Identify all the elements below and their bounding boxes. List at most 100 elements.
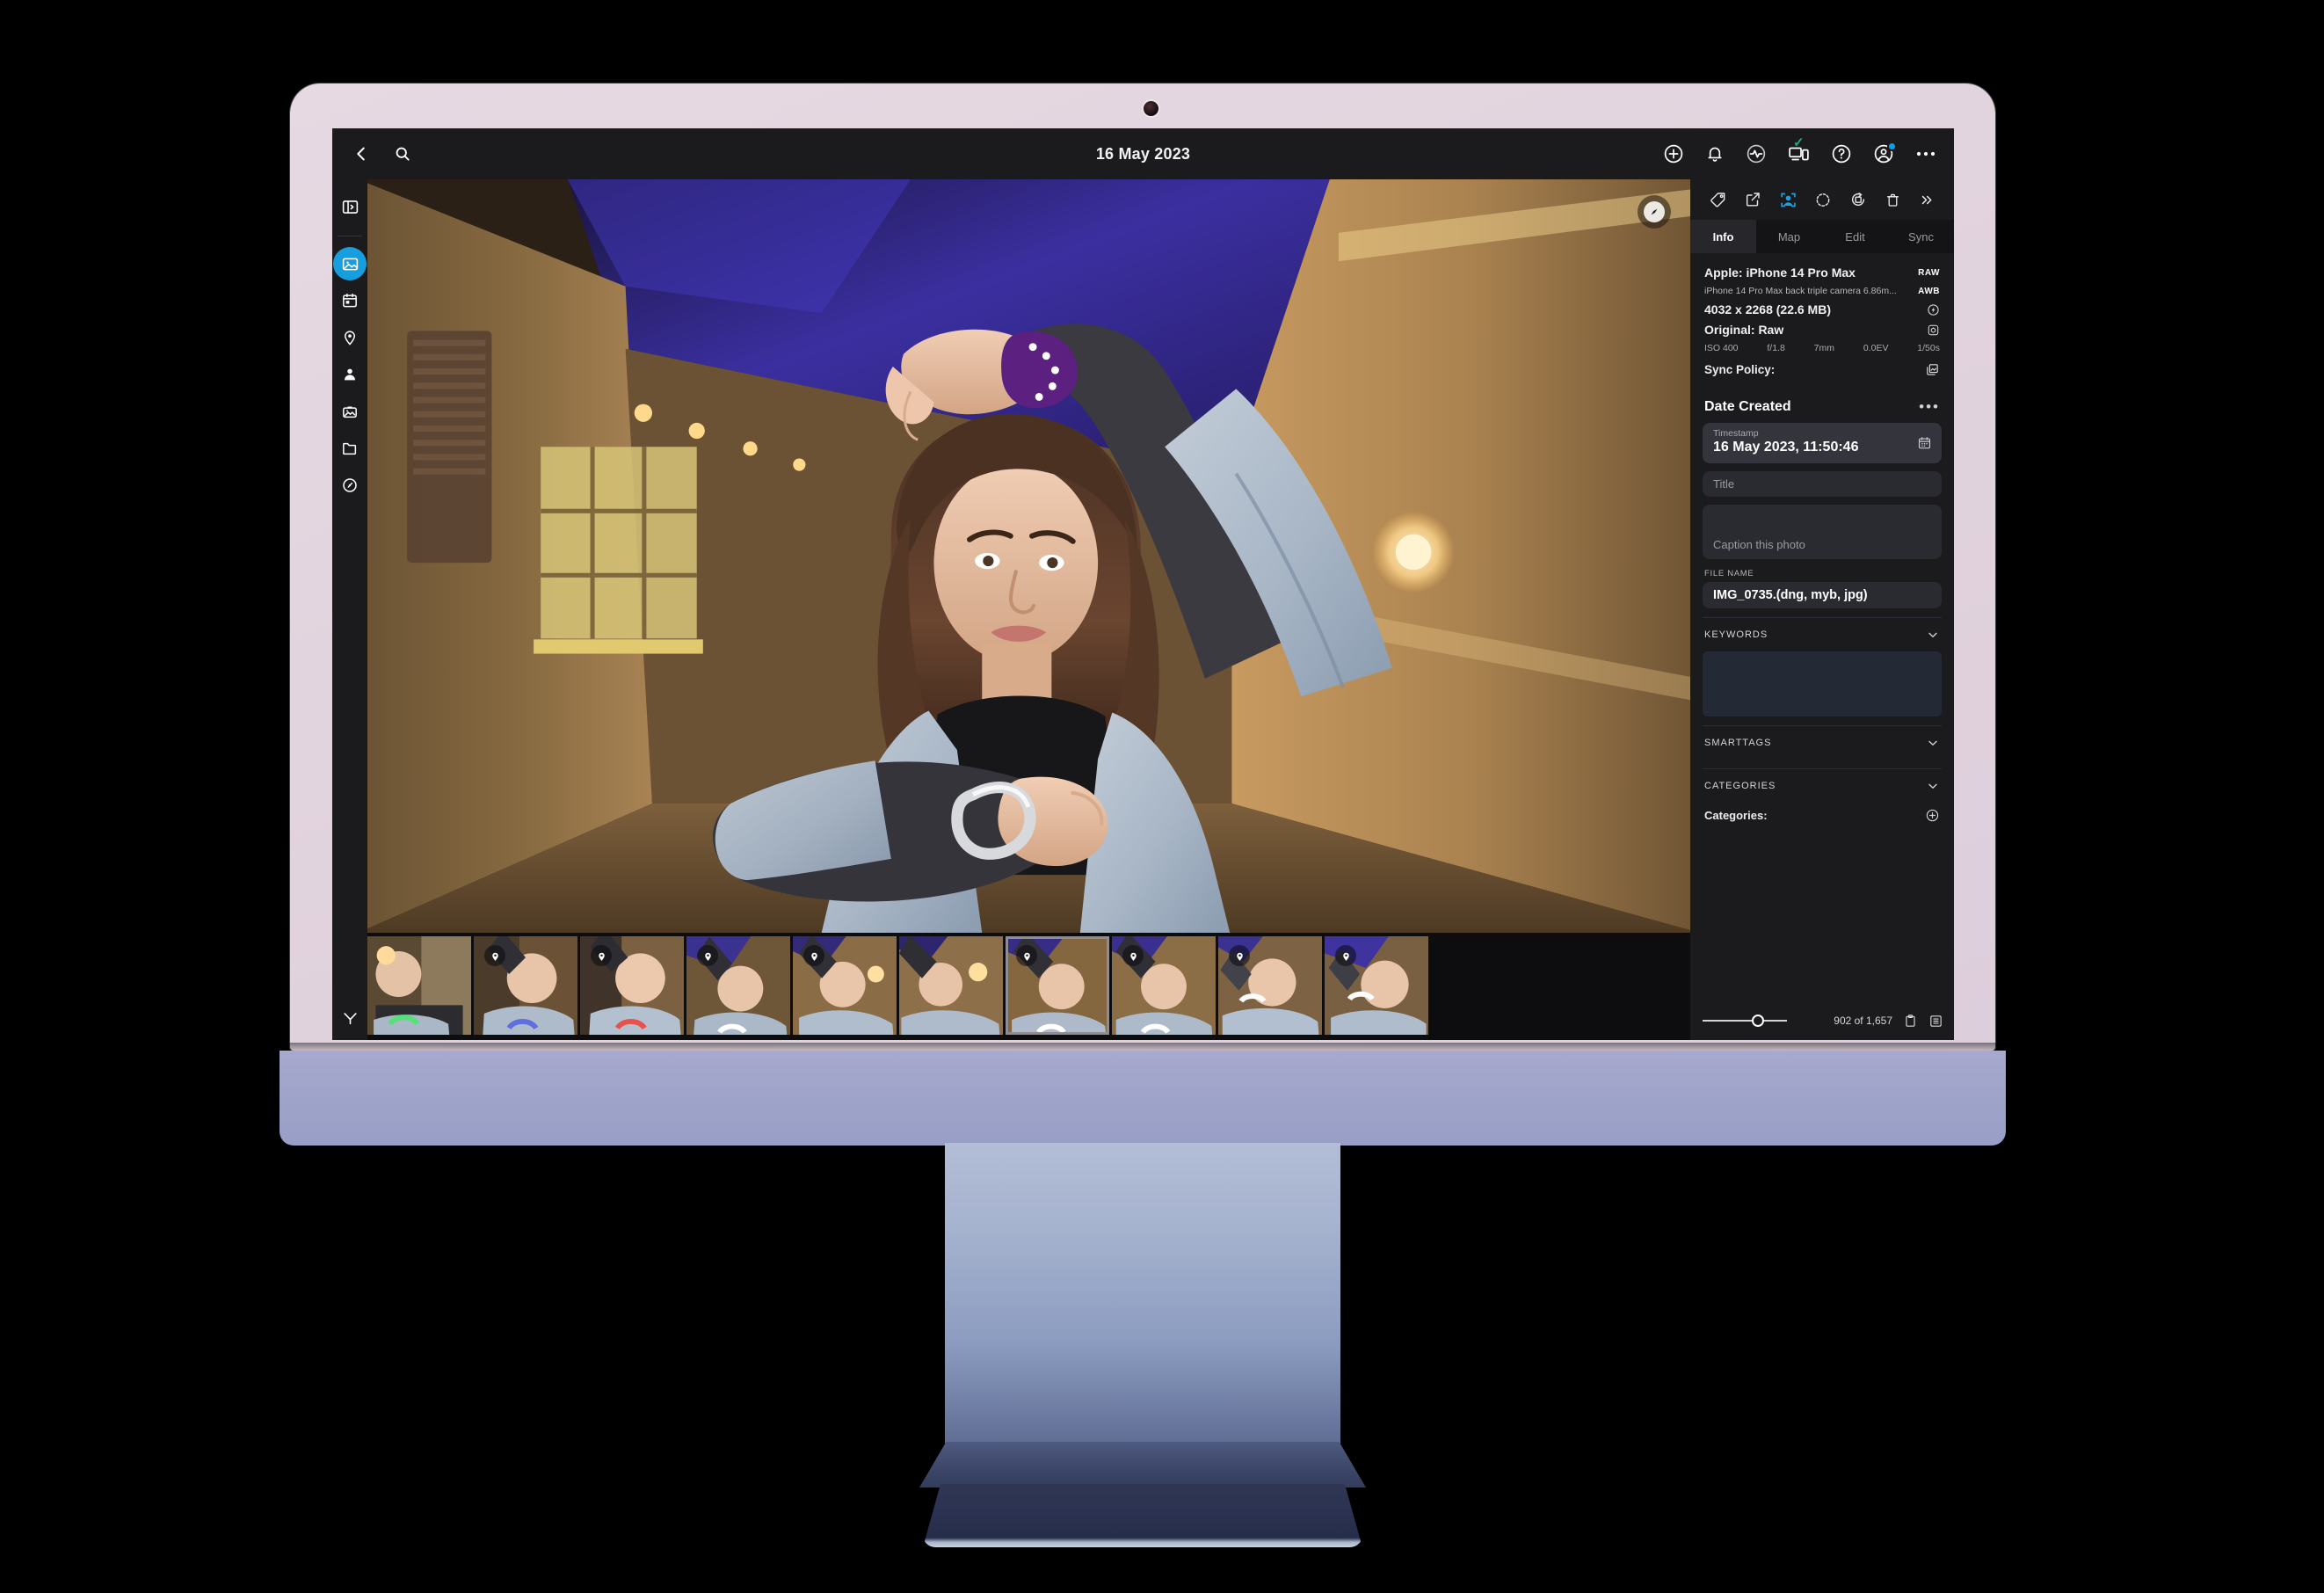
list-item[interactable] [474,936,577,1035]
monitor-stand-taper [919,1442,1366,1488]
date-created-title: Date Created [1704,399,1791,414]
exif-shutter-speed: 1/50s [1917,343,1940,353]
sidebar-item-calendar[interactable] [333,284,367,317]
chevron-down-icon[interactable] [1926,736,1940,750]
raw-badge: RAW [1918,267,1940,278]
sync-policy-row[interactable]: Sync Policy: [1704,362,1940,377]
list-item[interactable] [793,936,897,1035]
list-item[interactable] [1325,936,1428,1035]
list-item[interactable] [899,936,1003,1035]
delete-trash-icon[interactable] [1885,192,1901,208]
toggle-panel-icon [341,198,359,216]
photo-viewer[interactable] [367,179,1690,933]
more-options-icon[interactable] [1915,150,1936,157]
chevron-left-icon[interactable] [352,144,371,164]
sidebar-item-people[interactable] [333,358,367,391]
accordion-smarttags[interactable]: SMARTTAGS [1690,726,1954,760]
title-field[interactable]: Title [1703,471,1942,497]
filmstrip[interactable] [367,933,1690,1040]
stacked-images-icon[interactable] [1925,362,1940,377]
tab-info[interactable]: Info [1690,220,1756,253]
more-chevrons-icon[interactable] [1918,192,1935,208]
add-icon[interactable] [1663,143,1684,164]
sidebar-item-all-photos[interactable] [333,247,367,280]
top-bar: 16 May 2023 ✓ [332,128,1954,179]
tab-sync[interactable]: Sync [1888,220,1954,253]
share-export-icon[interactable] [1744,191,1761,208]
sidebar-item-performance[interactable] [333,469,367,502]
crop-rotate-icon[interactable] [1849,191,1867,208]
original-format: Original: Raw [1704,323,1784,337]
list-item[interactable] [686,936,790,1035]
sidebar-item-albums[interactable] [333,395,367,428]
keywords-input[interactable] [1703,651,1942,716]
location-pin-icon [697,945,718,966]
monitor-chin [280,1051,2006,1146]
list-item[interactable] [1006,936,1109,1035]
list-item[interactable] [1218,936,1322,1035]
sync-check-icon: ✓ [1793,135,1805,150]
rotate-left-icon[interactable] [1814,191,1832,208]
clipboard-icon[interactable] [1903,1014,1918,1029]
list-item[interactable] [367,936,471,1035]
people-tag-icon[interactable] [1779,191,1797,209]
performance-icon [341,476,359,494]
file-name-field[interactable]: IMG_0735.(dng, myb, jpg) [1703,582,1942,608]
smarttags-label: SMARTTAGS [1704,738,1772,748]
folders-icon [341,440,359,457]
timestamp-field[interactable]: Timestamp 16 May 2023, 11:50:46 [1703,423,1942,463]
chevron-down-icon[interactable] [1926,628,1940,642]
add-circle-icon[interactable] [1925,808,1940,823]
all-photos-icon [341,255,359,273]
search-icon[interactable] [394,145,411,163]
webcam-icon [1144,101,1158,116]
caption-field[interactable]: Caption this photo [1703,505,1942,559]
tag-icon[interactable] [1710,191,1727,208]
sidebar-item-toggle-panel[interactable] [333,190,367,223]
awb-badge: AWB [1918,286,1940,296]
list-item[interactable] [1112,936,1216,1035]
calendar-picker-icon[interactable] [1917,436,1932,451]
tab-edit[interactable]: Edit [1822,220,1888,253]
filter-bar [332,996,367,1040]
location-pin-icon [803,945,824,966]
list-item[interactable] [580,936,684,1035]
categories-row: Categories: [1690,803,1954,830]
location-pin-icon [1229,945,1250,966]
navigator-button[interactable] [1638,195,1671,229]
help-icon[interactable] [1831,143,1852,164]
location-pin-icon [1122,945,1144,966]
imac-device: 16 May 2023 ✓ Info Map Edit Sync Apple: … [0,0,2324,1593]
top-bar-actions: ✓ [1663,135,1954,164]
devices-sync-icon[interactable]: ✓ [1788,135,1810,164]
chevron-down-icon[interactable] [1926,779,1940,793]
albums-icon [341,403,359,420]
places-pin-icon [341,329,359,346]
slider-track [1703,1020,1787,1022]
photo-image [367,179,1690,933]
accordion-categories[interactable]: CATEGORIES [1690,769,1954,803]
accordion-keywords[interactable]: KEYWORDS [1690,618,1954,651]
sidebar-item-places[interactable] [333,321,367,354]
filter-funnel-icon[interactable] [342,1010,359,1027]
exif-metadata: Apple: iPhone 14 Pro Max RAW iPhone 14 P… [1690,253,1954,386]
flash-off-icon [1927,303,1940,316]
left-sidebar [332,179,367,1040]
metering-mode-icon [1927,324,1940,337]
status-badge [1887,142,1897,151]
photo-count: 902 of 1,657 [1834,1015,1892,1027]
activity-icon[interactable] [1746,143,1767,164]
image-dimensions: 4032 x 2268 (22.6 MB) [1704,302,1831,316]
monitor-stand-neck [945,1143,1340,1477]
panel-content: Apple: iPhone 14 Pro Max RAW iPhone 14 P… [1690,253,1954,1001]
list-view-icon[interactable] [1928,1014,1943,1029]
notifications-bell-icon[interactable] [1705,144,1725,164]
sidebar-item-folders[interactable] [333,432,367,465]
date-created-header: Date Created ••• [1690,386,1954,423]
thumbnail-size-slider[interactable] [1703,1013,1787,1029]
photo-app: 16 May 2023 ✓ Info Map Edit Sync Apple: … [332,128,1954,1040]
account-avatar-icon[interactable] [1873,142,1897,164]
slider-knob[interactable] [1752,1015,1764,1027]
more-dots-icon[interactable]: ••• [1919,398,1940,416]
tab-map[interactable]: Map [1756,220,1822,253]
